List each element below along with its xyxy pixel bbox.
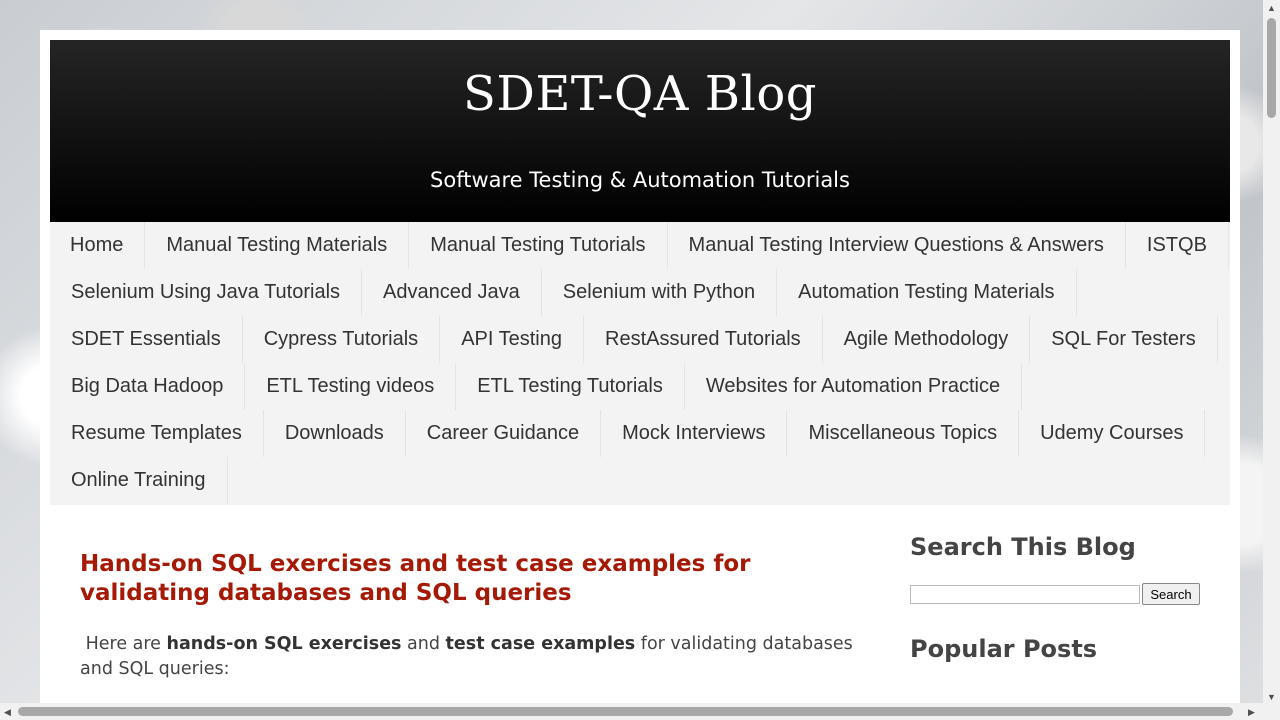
- nav-item-udemy-courses[interactable]: Udemy Courses: [1019, 410, 1206, 457]
- nav-item-online-training[interactable]: Online Training: [50, 457, 228, 504]
- search-button[interactable]: Search: [1142, 583, 1200, 605]
- intro-mid: and: [401, 634, 446, 654]
- nav-item-etl-testing-videos[interactable]: ETL Testing videos: [245, 363, 457, 410]
- nav-item-istqb[interactable]: ISTQB: [1126, 222, 1229, 269]
- sidebar: Search This Blog Search Popular Posts: [910, 533, 1210, 706]
- intro-bold-exercises: hands-on SQL exercises: [166, 634, 402, 654]
- main-navigation: Home Manual Testing Materials Manual Tes…: [50, 222, 1230, 505]
- nav-item-selenium-python[interactable]: Selenium with Python: [542, 269, 778, 316]
- nav-item-home[interactable]: Home: [50, 222, 146, 269]
- intro-prefix: Here are: [85, 634, 167, 654]
- post-intro: Here are hands-on SQL exercises and test…: [80, 632, 860, 682]
- nav-item-advanced-java[interactable]: Advanced Java: [362, 269, 542, 316]
- post-title[interactable]: Hands-on SQL exercises and test case exa…: [80, 550, 860, 608]
- horizontal-scrollbar[interactable]: ◀ ▶: [0, 703, 1263, 720]
- nav-item-manual-testing-materials[interactable]: Manual Testing Materials: [145, 222, 410, 269]
- vertical-scrollbar[interactable]: ▲ ▼: [1263, 0, 1280, 720]
- nav-item-sdet-essentials[interactable]: SDET Essentials: [50, 316, 243, 363]
- nav-item-big-data-hadoop[interactable]: Big Data Hadoop: [50, 363, 246, 410]
- page-container: SDET-QA Blog Software Testing & Automati…: [40, 30, 1240, 720]
- nav-item-websites-automation-practice[interactable]: Websites for Automation Practice: [685, 363, 1023, 410]
- site-title[interactable]: SDET-QA Blog: [50, 66, 1230, 122]
- post-content: Hands-on SQL exercises and test case exa…: [80, 550, 860, 682]
- nav-item-resume-templates[interactable]: Resume Templates: [50, 410, 264, 457]
- nav-item-agile-methodology[interactable]: Agile Methodology: [823, 316, 1031, 363]
- site-tagline: Software Testing & Automation Tutorials: [430, 168, 850, 192]
- nav-item-miscellaneous-topics[interactable]: Miscellaneous Topics: [787, 410, 1020, 457]
- nav-item-etl-testing-tutorials[interactable]: ETL Testing Tutorials: [456, 363, 685, 410]
- nav-item-selenium-java[interactable]: Selenium Using Java Tutorials: [50, 269, 363, 316]
- scroll-right-icon[interactable]: ▶: [1248, 707, 1255, 717]
- nav-item-sql-for-testers[interactable]: SQL For Testers: [1030, 316, 1218, 363]
- nav-item-downloads[interactable]: Downloads: [264, 410, 406, 457]
- scroll-left-icon[interactable]: ◀: [4, 707, 11, 717]
- nav-item-automation-testing-materials[interactable]: Automation Testing Materials: [777, 269, 1077, 316]
- scroll-down-icon[interactable]: ▼: [1267, 692, 1276, 702]
- intro-bold-test-cases: test case examples: [445, 634, 636, 654]
- horizontal-scroll-thumb[interactable]: [18, 707, 1233, 716]
- nav-item-restassured-tutorials[interactable]: RestAssured Tutorials: [584, 316, 823, 363]
- search-input[interactable]: [910, 584, 1140, 604]
- blog-header: SDET-QA Blog Software Testing & Automati…: [50, 40, 1230, 222]
- search-form: Search: [910, 583, 1210, 605]
- nav-item-manual-testing-interview[interactable]: Manual Testing Interview Questions & Ans…: [668, 222, 1126, 269]
- nav-item-career-guidance[interactable]: Career Guidance: [406, 410, 602, 457]
- vertical-scroll-thumb[interactable]: [1267, 18, 1276, 118]
- popular-posts-title: Popular Posts: [910, 635, 1098, 663]
- nav-item-cypress-tutorials[interactable]: Cypress Tutorials: [243, 316, 441, 363]
- nav-item-manual-testing-tutorials[interactable]: Manual Testing Tutorials: [409, 222, 668, 269]
- scroll-up-icon[interactable]: ▲: [1267, 3, 1276, 13]
- nav-item-mock-interviews[interactable]: Mock Interviews: [601, 410, 788, 457]
- nav-item-api-testing[interactable]: API Testing: [440, 316, 584, 363]
- search-widget-title: Search This Blog: [910, 533, 1136, 561]
